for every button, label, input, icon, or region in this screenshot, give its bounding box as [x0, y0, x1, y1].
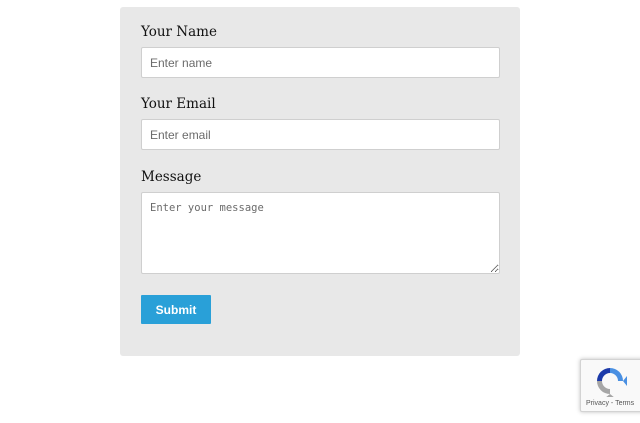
submit-button[interactable]: Submit	[141, 295, 211, 324]
terms-link[interactable]: Terms	[615, 400, 634, 407]
privacy-link[interactable]: Privacy	[586, 400, 609, 407]
name-input[interactable]	[141, 47, 500, 78]
email-label: Your Email	[141, 96, 216, 112]
message-textarea[interactable]	[141, 192, 500, 274]
message-label: Message	[141, 169, 202, 185]
name-label: Your Name	[141, 24, 217, 40]
recaptcha-icon	[597, 368, 627, 397]
contact-form-card: Your Name Your Email Message Submit	[120, 7, 520, 356]
recaptcha-links: Privacy - Terms	[586, 400, 634, 407]
recaptcha-badge[interactable]: Privacy - Terms	[580, 359, 640, 412]
email-input[interactable]	[141, 119, 500, 150]
